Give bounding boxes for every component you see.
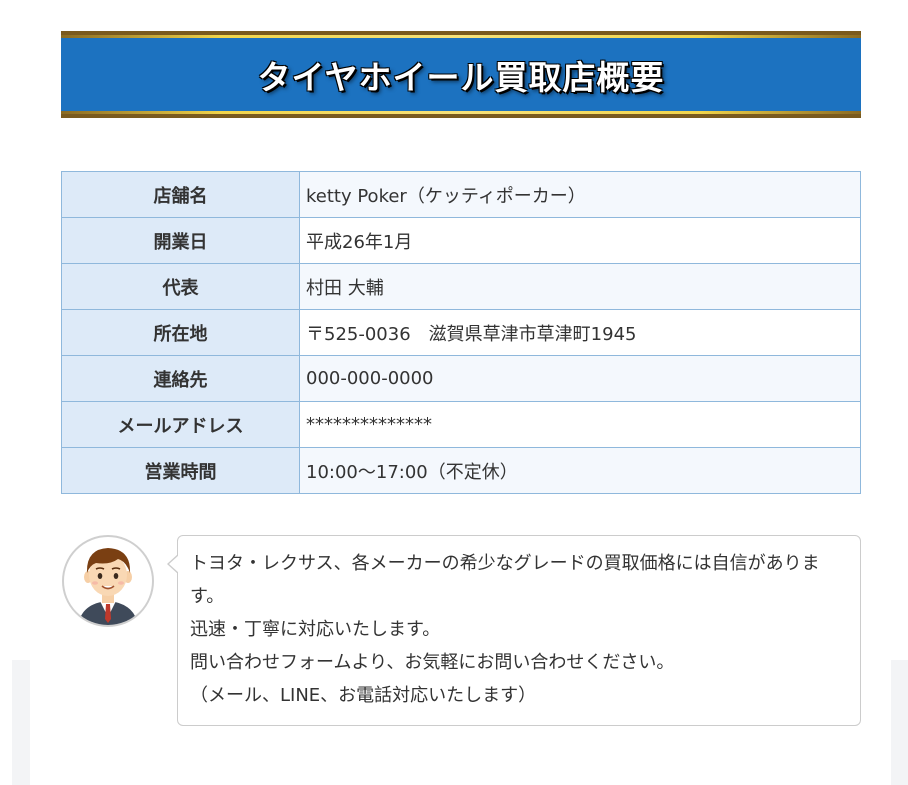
table-row: 所在地 〒525-0036 滋賀県草津市草津町1945 [61,309,861,356]
row-label-representative: 代表 [61,263,300,310]
businessman-avatar-icon [78,548,138,625]
row-label-opening-date: 開業日 [61,217,300,264]
message-line: 迅速・丁寧に対応いたします。 [190,619,441,640]
row-label-email: メールアドレス [61,401,300,448]
row-value-address: 〒525-0036 滋賀県草津市草津町1945 [299,309,861,356]
shop-info-table: 店舗名 ketty Poker（ケッティポーカー） 開業日 平成26年1月 代表… [61,171,861,494]
section-title: タイヤホイール買取店概要 [257,57,665,97]
table-row: 代表 村田 大輔 [61,263,861,310]
row-label-business-hours: 営業時間 [61,447,300,494]
row-value-opening-date: 平成26年1月 [299,217,861,264]
table-row: 連絡先 000-000-0000 [61,355,861,402]
row-label-shop-name: 店舗名 [61,171,300,218]
right-side-strip [891,660,908,785]
table-row: 開業日 平成26年1月 [61,217,861,264]
row-value-email: ************** [299,401,861,448]
table-row: 営業時間 10:00〜17:00（不定休） [61,447,861,494]
row-label-address: 所在地 [61,309,300,356]
speech-bubble-arrow [167,554,179,574]
message-line: （メール、LINE、お電話対応いたします） [190,685,537,706]
row-value-contact: 000-000-0000 [299,355,861,402]
row-value-representative: 村田 大輔 [299,263,861,310]
table-row: メールアドレス ************** [61,401,861,448]
table-row: 店舗名 ketty Poker（ケッティポーカー） [61,171,861,218]
section-banner: タイヤホイール買取店概要 [61,31,861,118]
message-line: 問い合わせフォームより、お気軽にお問い合わせください。 [190,652,675,673]
left-side-strip [12,660,30,785]
speech-bubble: トヨタ・レクサス、各メーカーの希少なグレードの買取価格には自信があります。 迅速… [167,535,861,726]
message-line: トヨタ・レクサス、各メーカーの希少なグレードの買取価格には自信があります。 [190,553,820,607]
row-value-shop-name: ketty Poker（ケッティポーカー） [299,171,861,218]
row-label-contact: 連絡先 [61,355,300,402]
staff-avatar [62,535,154,627]
row-value-business-hours: 10:00〜17:00（不定休） [299,447,861,494]
